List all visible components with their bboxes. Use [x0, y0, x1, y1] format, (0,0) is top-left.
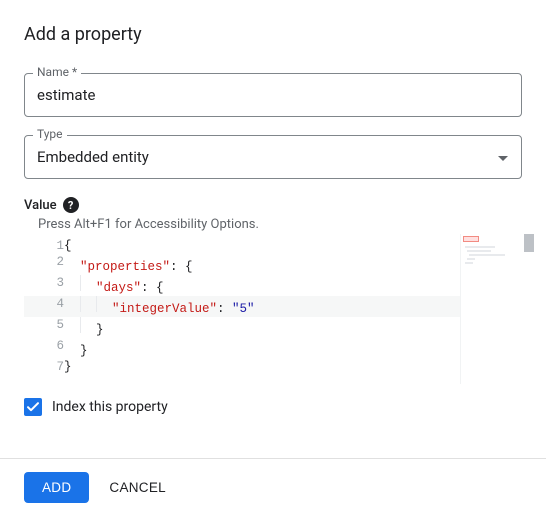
index-property-checkbox[interactable]: [24, 398, 42, 416]
footer-divider: [0, 458, 546, 459]
name-input[interactable]: [24, 73, 522, 117]
add-property-dialog: Add a property Name * Type Value ? Press…: [0, 0, 546, 440]
code-line[interactable]: 2"properties": {: [24, 254, 522, 275]
cancel-button[interactable]: CANCEL: [109, 480, 166, 495]
code-content[interactable]: }: [64, 338, 522, 359]
index-property-row: Index this property: [24, 398, 522, 416]
minimap[interactable]: [460, 234, 522, 384]
line-number: 1: [24, 238, 64, 254]
code-content[interactable]: "properties": {: [64, 254, 522, 275]
code-content[interactable]: {: [64, 238, 522, 254]
type-select[interactable]: [24, 135, 522, 179]
line-number: 3: [24, 275, 64, 296]
name-field: Name *: [24, 73, 522, 117]
code-line[interactable]: 1{: [24, 238, 522, 254]
name-field-label: Name *: [33, 65, 81, 79]
help-icon[interactable]: ?: [63, 197, 79, 213]
code-editor[interactable]: 1{2"properties": {3"days": {4"integerVal…: [24, 234, 522, 384]
line-number: 4: [24, 296, 64, 317]
index-property-label: Index this property: [52, 399, 168, 415]
code-line[interactable]: 4"integerValue": "5": [24, 296, 522, 317]
code-content[interactable]: }: [64, 317, 522, 338]
add-button[interactable]: ADD: [24, 472, 89, 503]
code-line[interactable]: 6}: [24, 338, 522, 359]
type-field: Type: [24, 135, 522, 179]
value-label: Value: [24, 198, 57, 213]
code-line[interactable]: 3"days": {: [24, 275, 522, 296]
code-content[interactable]: "integerValue": "5": [64, 296, 522, 317]
code-content[interactable]: }: [64, 359, 522, 375]
dialog-footer: ADD CANCEL: [0, 460, 546, 515]
code-line[interactable]: 7}: [24, 359, 522, 375]
a11y-hint: Press Alt+F1 for Accessibility Options.: [38, 217, 522, 232]
value-header: Value ?: [24, 197, 522, 213]
dialog-title: Add a property: [24, 24, 522, 45]
line-number: 2: [24, 254, 64, 275]
line-number: 7: [24, 359, 64, 375]
type-field-label: Type: [33, 127, 67, 141]
code-content[interactable]: "days": {: [64, 275, 522, 296]
line-number: 6: [24, 338, 64, 359]
line-number: 5: [24, 317, 64, 338]
scrollbar-vertical[interactable]: [524, 234, 534, 384]
code-line[interactable]: 5}: [24, 317, 522, 338]
